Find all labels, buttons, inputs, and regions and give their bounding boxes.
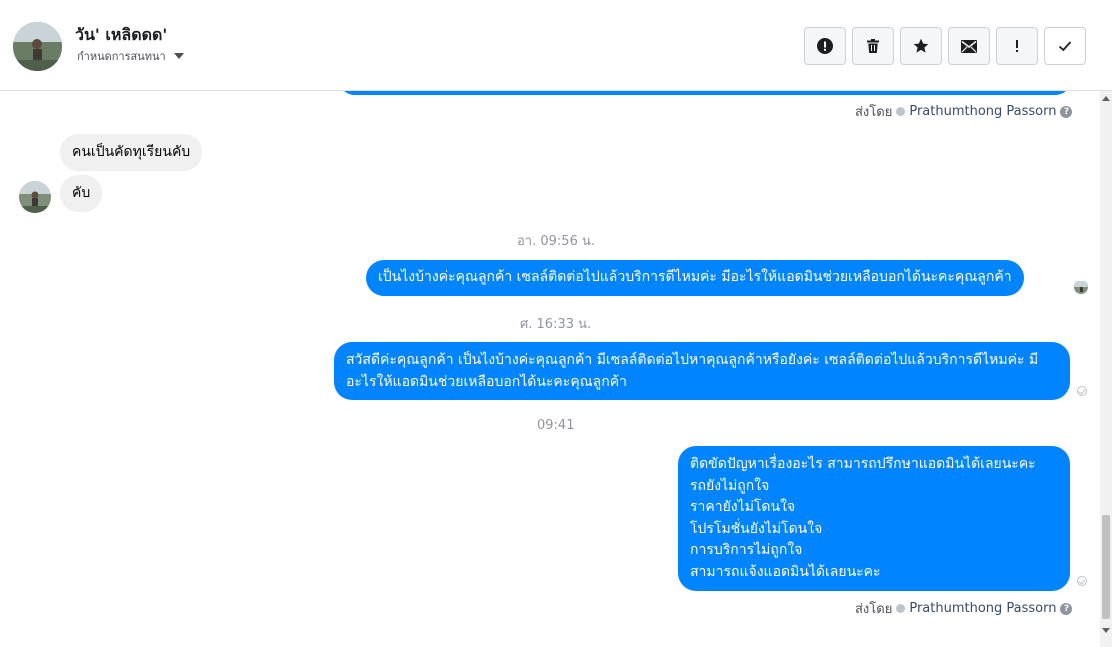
message-thread: ส่งโดย Prathumthong Passorn ? คนเป็นคัดท… [0, 91, 1100, 647]
scroll-up-arrow-icon[interactable] [1102, 96, 1110, 101]
follow-up-button[interactable] [996, 27, 1038, 65]
envelope-icon [961, 39, 977, 53]
outgoing-message-multiline[interactable]: ติดขัดปัญหาเรื่องอะไร สามารถปรึกษาแอดมิน… [678, 446, 1070, 591]
sent-by-text: ส่งโดย [855, 105, 893, 120]
page-badge-icon [896, 107, 906, 116]
delete-button[interactable] [852, 27, 894, 65]
exclamation-icon [1016, 40, 1018, 52]
message-line: ราคายังไม่โดนใจ [690, 499, 796, 515]
help-icon[interactable]: ? [1060, 105, 1073, 118]
assign-conversation-dropdown[interactable]: กำหนดการสนทนา [77, 47, 184, 65]
page-badge-icon [896, 604, 906, 613]
contact-avatar[interactable] [13, 22, 62, 71]
timestamp: ศ. 16:33 น. [520, 317, 592, 332]
conversation-header: วัน' เหลิดดด' กำหนดการสนทนา [0, 0, 1112, 91]
message-line: รถยังไม่ถูกใจ [690, 477, 770, 494]
mark-spam-button[interactable] [804, 27, 846, 65]
sender-name[interactable]: Prathumthong Passorn [909, 601, 1056, 616]
star-button[interactable] [900, 27, 942, 65]
conversation-toolbar [804, 27, 1086, 65]
delivered-check-icon [1077, 576, 1087, 586]
message-line: โปรโมชั่นยังไม่โดนใจ [690, 520, 823, 537]
sent-by-label: ส่งโดย Prathumthong Passorn ? [855, 101, 1073, 122]
contact-avatar-small[interactable] [19, 181, 51, 213]
help-icon[interactable]: ? [1060, 602, 1073, 615]
sent-by-text: ส่งโดย [855, 602, 893, 617]
chat-scrollbar[interactable] [1100, 91, 1112, 647]
mark-unread-button[interactable] [948, 27, 990, 65]
incoming-message[interactable]: คับ [60, 175, 103, 212]
sent-by-label: ส่งโดย Prathumthong Passorn ? [855, 598, 1073, 619]
outgoing-message[interactable]: สวัสดีค่ะคุณลูกค้า เป็นไงบ้างค่ะคุณลูกค้… [334, 342, 1070, 400]
seen-avatar [1074, 280, 1088, 294]
timestamp: อา. 09:56 น. [517, 234, 595, 249]
trash-icon [867, 39, 879, 53]
star-icon [913, 38, 929, 53]
check-icon [1058, 41, 1072, 52]
scroll-down-arrow-icon[interactable] [1102, 628, 1110, 633]
message-line: สามารถแจ้งแอดมินได้เลยนะคะ [690, 563, 881, 580]
caret-down-icon [173, 53, 184, 59]
alert-circle-icon [817, 38, 833, 54]
timestamp: 09:41 [537, 418, 575, 433]
sender-name[interactable]: Prathumthong Passorn [909, 104, 1056, 119]
contact-name: วัน' เหลิดดด' [75, 25, 168, 44]
message-line: ติดขัดปัญหาเรื่องอะไร สามารถปรึกษาแอดมิน… [690, 456, 1036, 472]
message-line: การบริการไม่ถูกใจ [690, 542, 803, 558]
delivered-check-icon [1077, 386, 1087, 396]
scrollbar-thumb[interactable] [1102, 515, 1110, 619]
previous-message-bubble [340, 91, 1070, 95]
assign-label: กำหนดการสนทนา [77, 50, 166, 63]
outgoing-message[interactable]: เป็นไงบ้างค่ะคุณลูกค้า เซลล์ติดต่อไปแล้ว… [366, 260, 1024, 296]
mark-done-button[interactable] [1044, 27, 1086, 65]
incoming-message[interactable]: คนเป็นคัดทุเรียนคับ [60, 134, 203, 171]
